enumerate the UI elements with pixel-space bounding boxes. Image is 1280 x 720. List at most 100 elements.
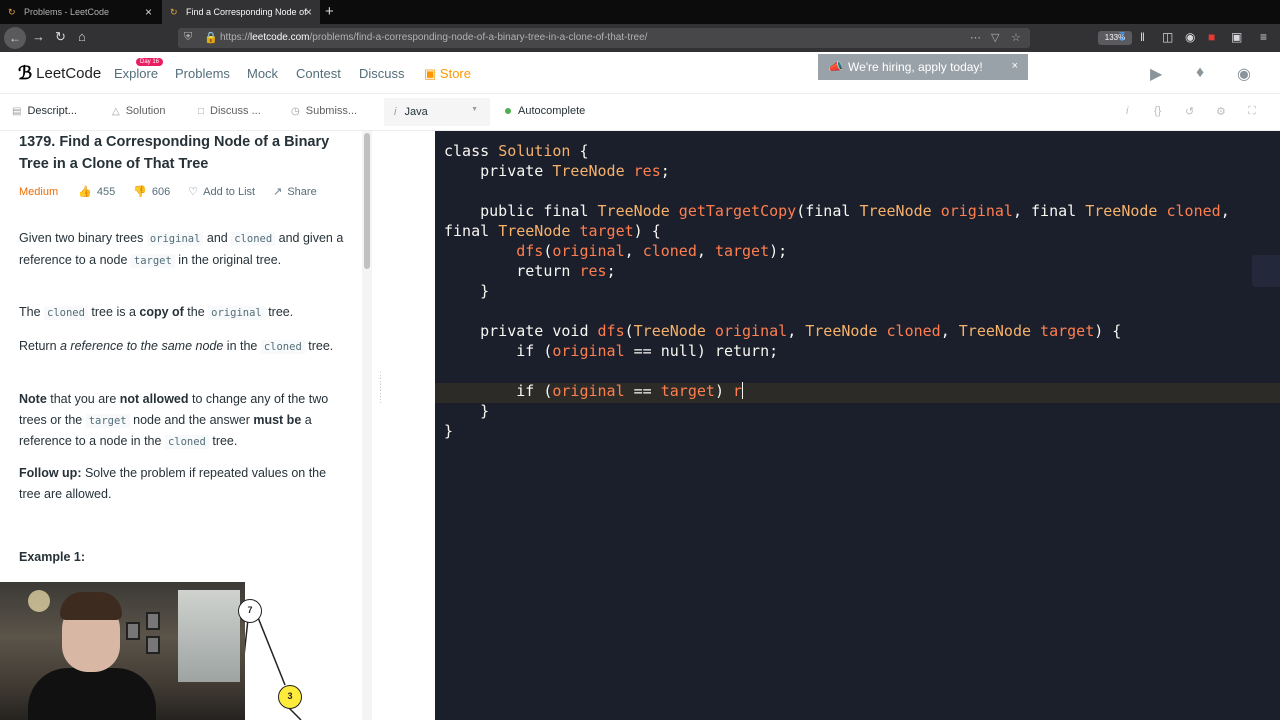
- playground-icon[interactable]: ▶: [1150, 64, 1162, 84]
- tab-title: Find a Corresponding Node of: [186, 7, 307, 17]
- clock-icon: ◷: [291, 105, 300, 117]
- heart-icon[interactable]: ♡: [188, 185, 198, 198]
- code-line-4-wrap: final TreeNode target) {: [444, 222, 661, 240]
- status-dot-icon: [505, 108, 511, 114]
- url-text: https://leetcode.com/problems/find-a-cor…: [220, 32, 648, 43]
- webcam-overlay: [0, 582, 245, 720]
- nav-store[interactable]: ▣ Store: [424, 66, 471, 82]
- leetcode-logo-icon: ℬ: [18, 63, 33, 83]
- thumbs-up-icon[interactable]: 👍: [78, 185, 92, 198]
- account-icon[interactable]: ◉: [1185, 30, 1195, 44]
- reset-icon[interactable]: ↺: [1185, 105, 1194, 118]
- tree-node: 7: [238, 599, 262, 623]
- site-header: ℬ LeetCode Explore Day 16 Problems Mock …: [0, 52, 1280, 94]
- code-line-2: private TreeNode res;: [444, 162, 670, 180]
- leetcode-favicon-icon: ↻: [170, 7, 178, 17]
- library-icon[interactable]: ‖: [1140, 30, 1145, 44]
- megaphone-icon: 📣: [828, 60, 843, 74]
- explore-day-badge: Day 16: [136, 58, 164, 66]
- description-scrollbar[interactable]: [362, 131, 372, 720]
- resize-handle[interactable]: ⋮ ⋮ ⋮ ⋮ ⋮: [376, 371, 385, 404]
- new-tab-icon[interactable]: +: [325, 3, 334, 20]
- lock-icon[interactable]: 🔒: [204, 31, 218, 44]
- shield-icon[interactable]: ⛨: [184, 31, 192, 44]
- side-panel-toggle[interactable]: [1252, 255, 1280, 287]
- code-line-5: dfs(original, cloned, target);: [516, 242, 788, 260]
- example-heading: Example 1:: [19, 550, 86, 564]
- extension-icon[interactable]: ■: [1208, 30, 1215, 44]
- code-line-6: return res;: [444, 262, 616, 280]
- forward-arrow-icon[interactable]: →: [32, 29, 45, 44]
- description-follow-up: Follow up: Solve the problem if repeated…: [19, 466, 327, 501]
- example-tree-diagram: 7 3: [238, 582, 362, 720]
- settings-gear-icon[interactable]: ⚙: [1216, 105, 1226, 118]
- nav-mock[interactable]: Mock: [247, 66, 278, 81]
- code-line-9: private void dfs(TreeNode original, Tree…: [444, 322, 1122, 340]
- store-icon: ▣: [424, 66, 440, 81]
- thumbs-down-icon[interactable]: 👎: [133, 185, 147, 198]
- hiring-banner[interactable]: 📣 We're hiring, apply today! ×: [818, 54, 1028, 80]
- reload-icon[interactable]: ↻: [55, 29, 66, 45]
- code-editor[interactable]: 1 ▼ 2 3 4 ▼ 5 6 7 8 9 ▼ 10 11 12 13 14 c…: [435, 131, 1280, 720]
- code-line-4: public final TreeNode getTargetCopy(fina…: [444, 202, 1230, 220]
- tab-title: Problems - LeetCode: [24, 7, 110, 17]
- bookmark-star-icon[interactable]: ☆: [1011, 31, 1021, 44]
- browser-tab-problems[interactable]: ↻ Problems - LeetCode ×: [0, 0, 160, 24]
- url-bar[interactable]: ⛨ 🔒 https://leetcode.com/problems/find-a…: [178, 28, 1132, 48]
- webcam-person-hair: [60, 592, 122, 620]
- code-line-10: if (original == null) return;: [444, 342, 779, 360]
- difficulty-badge: Medium: [19, 185, 59, 198]
- fullscreen-icon[interactable]: ⛶: [1248, 105, 1256, 118]
- code-line-7: }: [444, 282, 490, 300]
- problem-meta: Medium 👍 455 👎 606 ♡ Add to List ↗ Share: [19, 185, 317, 199]
- description-paragraph-3: Return a reference to the same node in t…: [19, 339, 334, 354]
- sidebar-icon[interactable]: ◫: [1162, 30, 1173, 44]
- nav-explore[interactable]: Explore: [114, 66, 158, 81]
- add-to-list-button[interactable]: Add to List: [203, 186, 255, 198]
- text-cursor: [742, 382, 744, 399]
- pane-divider: [372, 131, 434, 720]
- webcam-background-window: [178, 590, 240, 682]
- scrollbar-thumb[interactable]: [364, 133, 370, 269]
- close-tab-icon[interactable]: ×: [145, 5, 152, 19]
- back-arrow-icon[interactable]: ←: [4, 27, 26, 49]
- code-line-12: if (original == target) r: [444, 382, 744, 400]
- braces-icon[interactable]: {}: [1154, 105, 1161, 117]
- tab-discuss[interactable]: □ Discuss ...: [198, 105, 261, 117]
- autocomplete-toggle[interactable]: Autocomplete: [505, 105, 585, 117]
- menu-icon[interactable]: ≡: [1260, 30, 1267, 44]
- browser-tab-bar: ↻ Problems - LeetCode × ↻ Find a Corresp…: [0, 0, 1280, 24]
- extension-icon[interactable]: ▣: [1231, 30, 1242, 44]
- description-paragraph-2: The cloned tree is a copy of the origina…: [19, 305, 294, 320]
- download-icon[interactable]: ↧: [1117, 30, 1127, 44]
- notification-bell-icon[interactable]: ♦: [1196, 64, 1204, 82]
- tab-submissions[interactable]: ◷ Submiss...: [291, 105, 357, 117]
- code-line-14: }: [444, 422, 454, 440]
- description-paragraph-1: Given two binary trees original and clon…: [19, 231, 344, 268]
- chevron-down-icon: ▼: [471, 106, 478, 113]
- like-count[interactable]: 455: [97, 186, 115, 198]
- browser-nav-bar: ← → ↻ ⌂ ⛨ 🔒 https://leetcode.com/problem…: [0, 24, 1280, 52]
- webcam-picture-frame: [126, 622, 140, 640]
- nav-problems[interactable]: Problems: [175, 66, 230, 81]
- webcam-picture-frame: [146, 636, 160, 654]
- more-actions-icon[interactable]: ⋯: [970, 31, 981, 44]
- dislike-count[interactable]: 606: [152, 186, 170, 198]
- tab-description[interactable]: ▤ Descript...: [12, 105, 77, 117]
- share-button[interactable]: Share: [287, 186, 316, 198]
- leetcode-logo[interactable]: ℬ LeetCode: [18, 63, 101, 84]
- pocket-icon[interactable]: ▽: [991, 31, 999, 44]
- nav-discuss[interactable]: Discuss: [359, 66, 405, 81]
- close-tab-icon[interactable]: ×: [305, 5, 312, 19]
- browser-tab-find-node[interactable]: ↻ Find a Corresponding Node of ×: [162, 0, 320, 24]
- language-select[interactable]: i Java ▼: [384, 98, 490, 126]
- share-icon[interactable]: ↗: [273, 185, 282, 198]
- description-note: Note that you are not allowed to change …: [19, 392, 329, 449]
- home-icon[interactable]: ⌂: [78, 29, 86, 44]
- info-icon[interactable]: i: [1126, 105, 1128, 117]
- tab-solution[interactable]: △ Solution: [112, 105, 165, 117]
- problem-title: 1379. Find a Corresponding Node of a Bin…: [19, 134, 330, 172]
- close-banner-icon[interactable]: ×: [1012, 60, 1018, 72]
- nav-contest[interactable]: Contest: [296, 66, 341, 81]
- user-avatar-icon[interactable]: ◉: [1237, 64, 1251, 84]
